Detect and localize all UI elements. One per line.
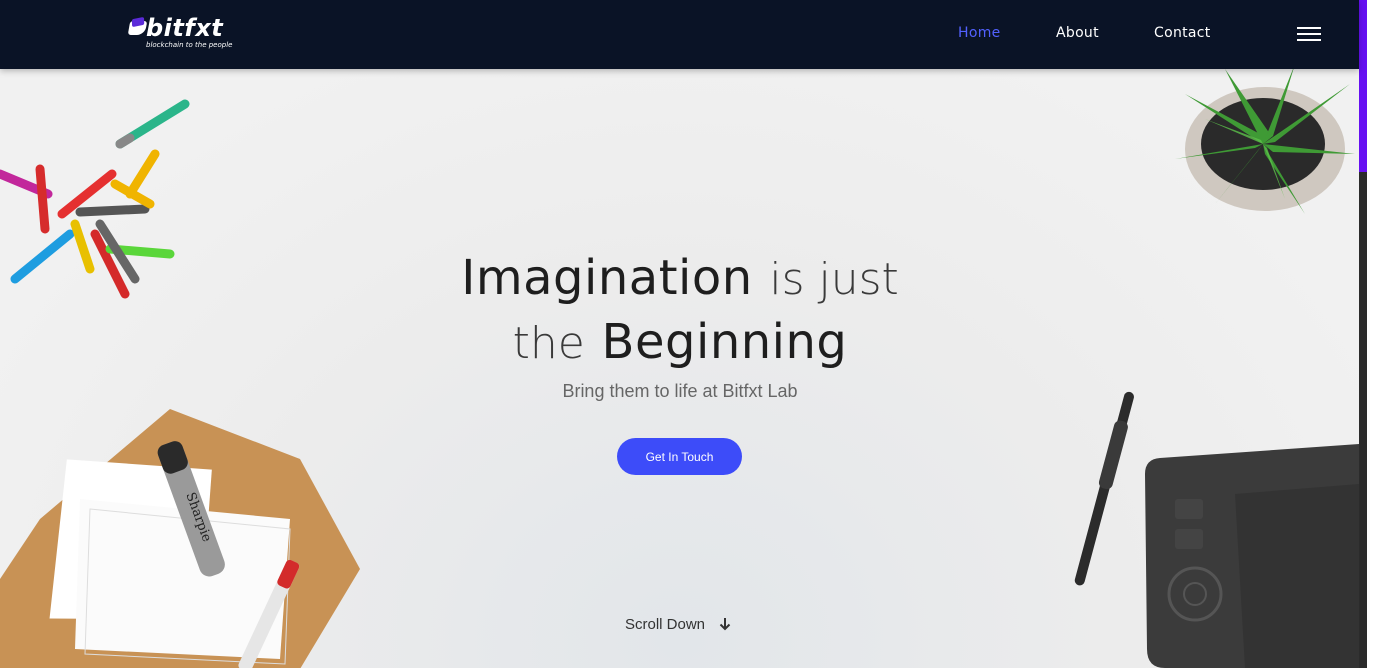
hamburger-menu-icon[interactable] — [1297, 27, 1323, 42]
logo-text: bitfxt — [146, 14, 224, 42]
colored-pencils-image — [0, 99, 190, 299]
scroll-down-link[interactable]: Scroll Down — [625, 616, 731, 636]
scrollbar[interactable] — [1359, 0, 1383, 668]
nav-link-contact[interactable]: Contact — [1154, 25, 1211, 41]
drawing-tablet-image — [1145, 444, 1359, 668]
arrow-down-icon — [719, 617, 731, 634]
navbar: bitfxt blockchain to the people Home Abo… — [0, 0, 1359, 69]
scrollbar-thumb[interactable] — [1359, 0, 1367, 172]
headline-strong-word-2: Beginning — [601, 314, 848, 370]
headline-light-words-1: is just — [769, 254, 899, 305]
hero-subheadline: Bring them to life at Bitfxt Lab — [562, 381, 798, 401]
logo[interactable]: bitfxt blockchain to the people — [127, 14, 232, 53]
get-in-touch-button[interactable]: Get In Touch — [617, 438, 742, 475]
headline-strong-word-1: Imagination — [461, 250, 753, 306]
scroll-down-label: Scroll Down — [625, 616, 706, 633]
folder-papers-image: Sharpie — [0, 409, 360, 668]
nav-link-home[interactable]: Home — [958, 25, 1001, 41]
potted-plant-image — [1175, 69, 1355, 214]
hero-section: Sharpie Imagination is just the Beginnin… — [0, 69, 1359, 668]
headline-light-words-2: the — [512, 318, 585, 369]
logo-tagline: blockchain to the people — [146, 41, 233, 49]
hero-headline: Imagination is just the Beginning — [380, 247, 980, 375]
logo-mark-icon — [127, 21, 148, 35]
nav-link-about[interactable]: About — [1056, 25, 1099, 41]
